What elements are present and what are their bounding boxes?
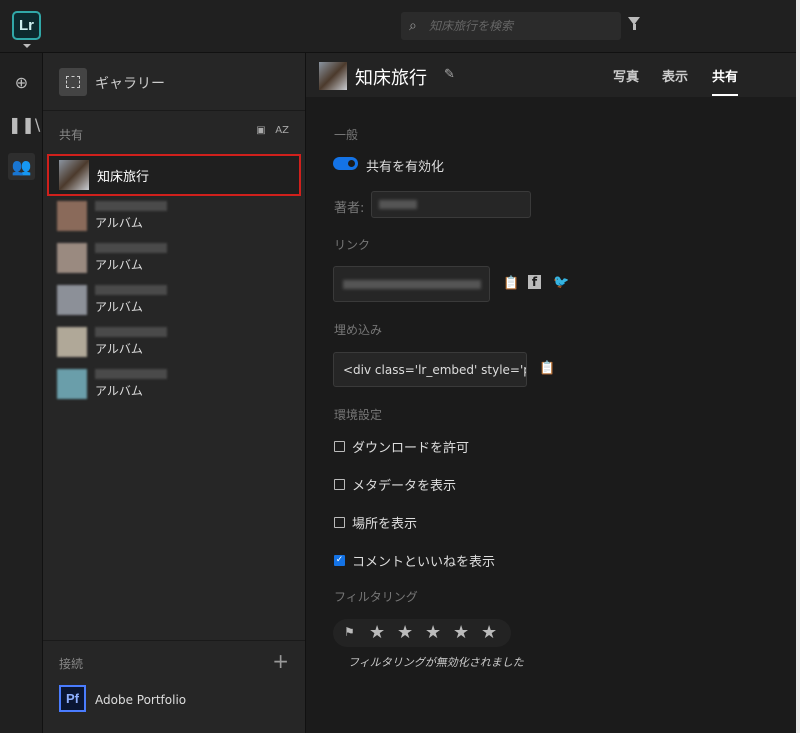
album-thumbnail [57, 369, 87, 399]
lightroom-logo[interactable]: Lr [12, 11, 41, 40]
link-label: リンク [334, 238, 371, 252]
album-type: アルバム [95, 384, 143, 398]
album-thumbnail [57, 327, 87, 357]
filter-icon[interactable] [628, 17, 640, 30]
clipboard-icon[interactable]: 📋 [539, 361, 555, 376]
star-icon[interactable]: ★ [425, 622, 441, 643]
filtering-label: フィルタリング [334, 590, 418, 604]
album-name-blurred [95, 243, 167, 253]
enable-sharing-toggle[interactable] [333, 157, 358, 170]
clipboard-icon[interactable]: 📋 [503, 276, 519, 291]
tab-photos[interactable]: 写真 [613, 66, 639, 85]
search-input[interactable]: ⌕ 知床旅行を検索 [401, 12, 621, 40]
portfolio-link[interactable]: Adobe Portfolio [95, 693, 186, 707]
search-icon: ⌕ [409, 18, 417, 34]
album-type: アルバム [95, 216, 143, 230]
shared-people-icon[interactable]: 👥 [8, 153, 35, 180]
album-thumbnail [319, 62, 347, 90]
link-field[interactable] [333, 266, 490, 302]
search-placeholder: 知床旅行を検索 [429, 19, 514, 33]
gallery-item[interactable]: ギャラリー [43, 53, 305, 111]
album-thumbnail [57, 285, 87, 315]
album-item[interactable]: アルバム [47, 322, 301, 364]
album-thumbnail [57, 243, 87, 273]
show-metadata-checkbox[interactable] [334, 479, 345, 490]
album-item[interactable]: アルバム [47, 364, 301, 406]
album-type: アルバム [95, 258, 143, 272]
gallery-icon [59, 68, 87, 96]
author-label: 著者: [334, 201, 365, 216]
option-label: メタデータを表示 [352, 479, 457, 494]
sidebar: ギャラリー 共有 ▣ AZ 知床旅行 アルバム アルバム アルバム アルバム ア… [43, 53, 306, 733]
album-name-blurred [95, 327, 167, 337]
left-rail: ⊕ ❚❚\ 👥 [0, 53, 43, 733]
option-label: コメントといいねを表示 [352, 555, 496, 570]
portfolio-icon: Pf [59, 685, 86, 712]
caret-down-icon[interactable] [23, 44, 31, 48]
album-item[interactable]: アルバム [47, 280, 301, 322]
album-name: 知床旅行 [97, 170, 150, 185]
rating-filter: ⚑ ★ ★ ★ ★ ★ [333, 619, 511, 647]
preferences-label: 環境設定 [334, 408, 383, 422]
add-connection-button[interactable]: + [272, 649, 289, 673]
pencil-icon[interactable]: ✎ [444, 67, 455, 82]
album-title: 知床旅行 [355, 68, 427, 89]
connect-header: 接続 [59, 657, 84, 671]
add-icon[interactable]: ⊕ [8, 69, 35, 96]
album-header: 知床旅行 ✎ 写真 表示 共有 [306, 53, 796, 97]
library-icon[interactable]: ❚❚\ [8, 111, 40, 138]
sort-az-button[interactable]: AZ [275, 125, 289, 136]
tab-view[interactable]: 表示 [662, 66, 688, 85]
album-item-selected[interactable]: 知床旅行 [47, 154, 301, 196]
album-thumbnail [57, 201, 87, 231]
shared-header: 共有 [59, 128, 84, 142]
album-type: アルバム [95, 342, 143, 356]
album-name-blurred [95, 369, 167, 379]
flag-icon[interactable]: ⚑ [344, 625, 355, 639]
embed-code-field[interactable]: <div class='lr_embed' style='p … [333, 352, 527, 387]
tab-share[interactable]: 共有 [712, 66, 739, 96]
album-name-blurred [95, 285, 167, 295]
general-label: 一般 [334, 128, 359, 142]
gallery-label: ギャラリー [95, 76, 165, 92]
twitter-icon[interactable]: 🐦 [553, 275, 569, 290]
album-item[interactable]: アルバム [47, 238, 301, 280]
star-icon[interactable]: ★ [397, 622, 413, 643]
allow-download-checkbox[interactable] [334, 441, 345, 452]
option-label: 場所を表示 [352, 517, 418, 532]
filtering-note: フィルタリングが無効化されました [348, 656, 524, 669]
facebook-icon[interactable]: f [528, 275, 541, 289]
star-icon[interactable]: ★ [481, 622, 497, 643]
album-thumbnail [59, 160, 89, 190]
author-field[interactable] [371, 191, 531, 218]
star-icon[interactable]: ★ [453, 622, 469, 643]
top-bar: Lr ⌕ 知床旅行を検索 [0, 0, 796, 53]
album-name-blurred [95, 201, 167, 211]
album-item[interactable]: アルバム [47, 196, 301, 238]
embed-label: 埋め込み [334, 323, 383, 337]
album-type: アルバム [95, 300, 143, 314]
enable-sharing-label: 共有を有効化 [366, 160, 445, 175]
new-album-icon[interactable]: ▣ [256, 125, 265, 136]
show-comments-likes-checkbox[interactable]: ✓ [334, 555, 345, 566]
main-panel: 知床旅行 ✎ 写真 表示 共有 一般 共有を有効化 著者: リンク 📋 f 🐦 … [306, 53, 796, 733]
show-location-checkbox[interactable] [334, 517, 345, 528]
option-label: ダウンロードを許可 [352, 441, 470, 456]
star-icon[interactable]: ★ [369, 622, 385, 643]
connect-section: 接続 + Pf Adobe Portfolio [43, 640, 305, 733]
